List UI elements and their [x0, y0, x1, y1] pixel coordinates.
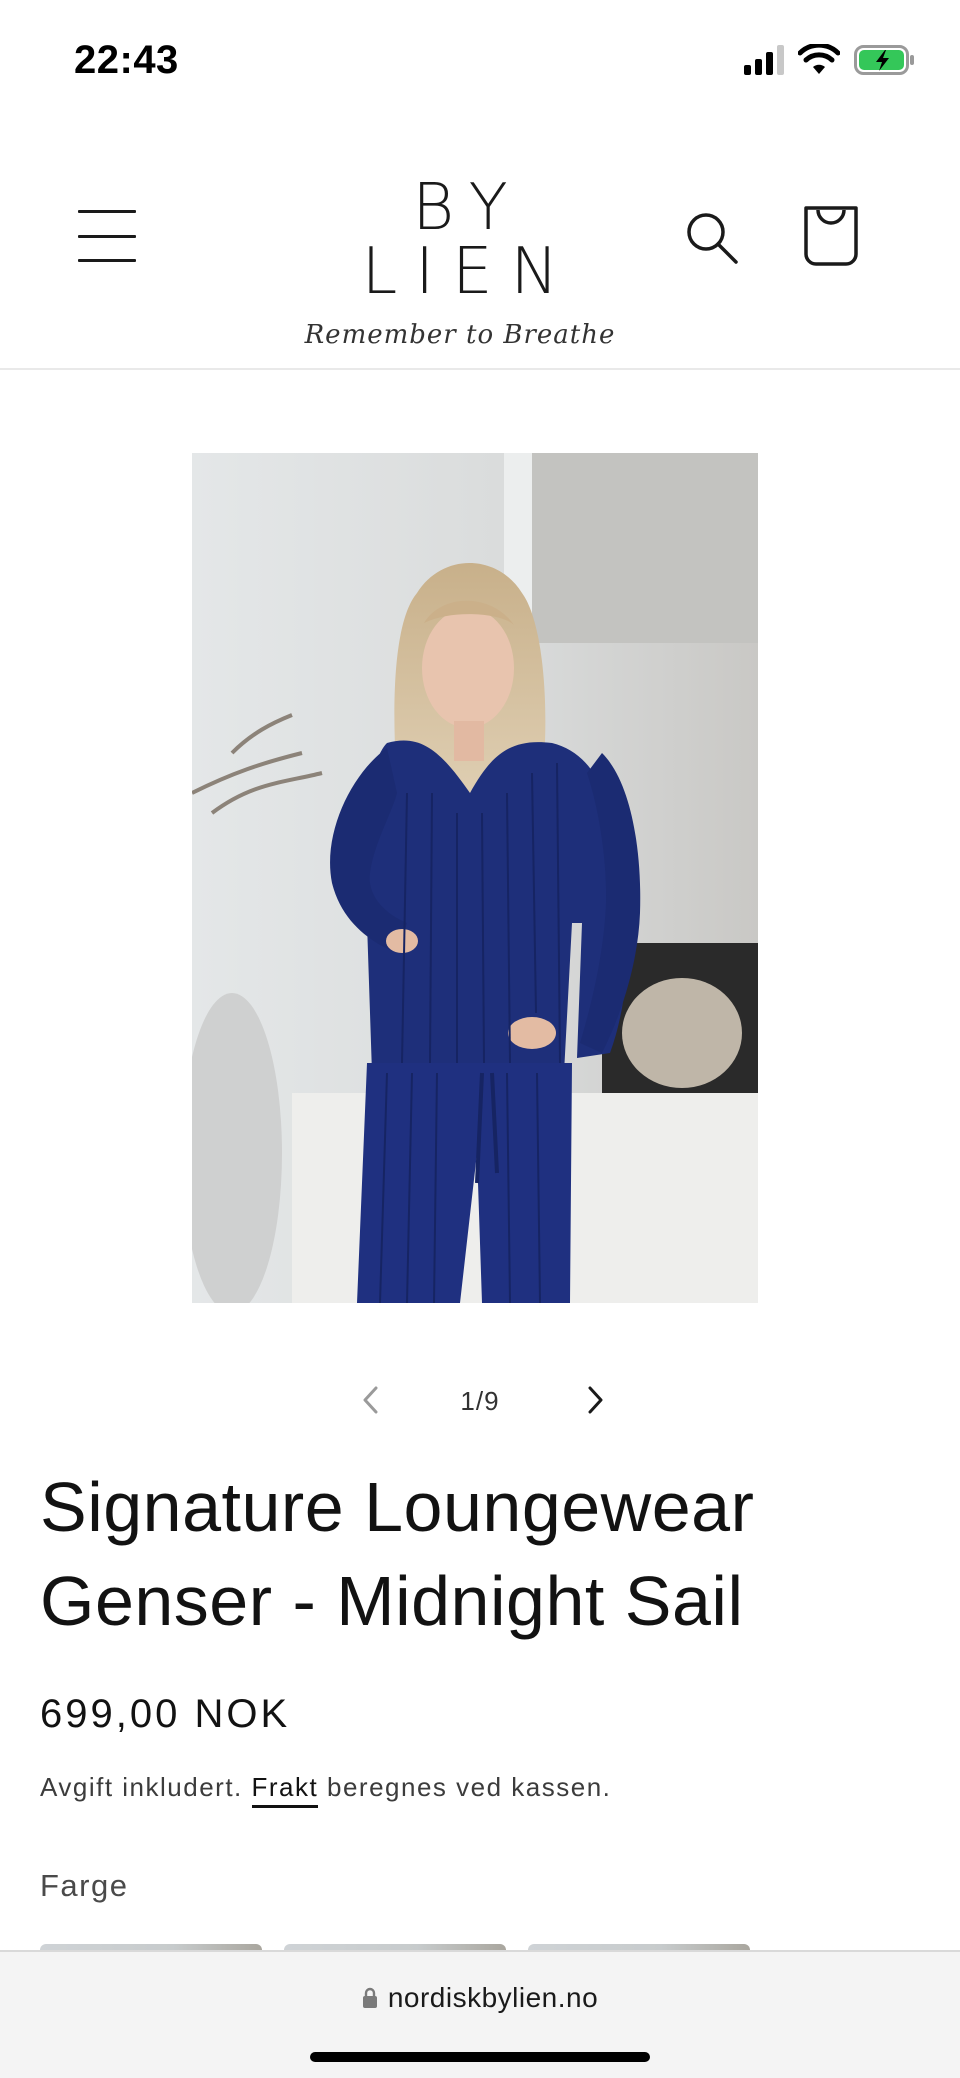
chevron-left-icon: [363, 1386, 378, 1414]
image-slider-controls: 1/9: [0, 1380, 960, 1420]
cellular-signal-icon: [744, 45, 784, 75]
tax-note-suffix: beregnes ved kassen.: [326, 1772, 612, 1802]
site-header: BY LIEN Remember to Breathe: [0, 120, 960, 370]
product-title: Signature Loungewear Genser - Midnight S…: [40, 1468, 755, 1640]
home-indicator[interactable]: [310, 2052, 650, 2062]
cart-button[interactable]: [800, 204, 862, 268]
tax-note-prefix: Avgift inkludert.: [40, 1772, 243, 1802]
browser-address-bar: nordiskbylien.no: [0, 1950, 960, 2078]
lock-icon: [362, 1987, 377, 2008]
status-bar: 22:43: [0, 0, 960, 120]
wifi-icon: [798, 44, 840, 74]
site-logo[interactable]: BY LIEN Remember to Breathe: [290, 176, 630, 350]
menu-icon-line: [78, 234, 136, 238]
menu-icon-line: [78, 210, 136, 213]
product-photo: [192, 453, 758, 1303]
logo-tagline: Remember to Breathe: [304, 320, 616, 350]
slider-counter: 1/9: [460, 1386, 500, 1416]
product-image[interactable]: [192, 453, 758, 1303]
menu-icon-line: [78, 259, 136, 262]
url-text: nordiskbylien.no: [387, 1982, 599, 2013]
slider-previous-button[interactable]: [352, 1380, 392, 1420]
menu-button[interactable]: [78, 210, 136, 262]
logo-wordmark: BY LIEN: [361, 171, 577, 309]
url-field[interactable]: nordiskbylien.no: [0, 1982, 960, 2014]
color-option-label: Farge: [40, 1868, 129, 1903]
cart-bag-icon: [804, 206, 858, 266]
search-icon: [687, 213, 738, 264]
status-icons: [744, 44, 916, 76]
battery-charging-icon: [854, 45, 914, 75]
shipping-link[interactable]: Frakt: [251, 1772, 319, 1808]
chevron-right-icon: [588, 1386, 603, 1414]
tax-note: Avgift inkludert. Frakt beregnes ved kas…: [40, 1772, 612, 1808]
slider-next-button[interactable]: [574, 1380, 614, 1420]
product-price: 699,00 NOK: [40, 1692, 291, 1736]
search-button[interactable]: [684, 210, 740, 266]
status-time: 22:43: [74, 38, 179, 82]
